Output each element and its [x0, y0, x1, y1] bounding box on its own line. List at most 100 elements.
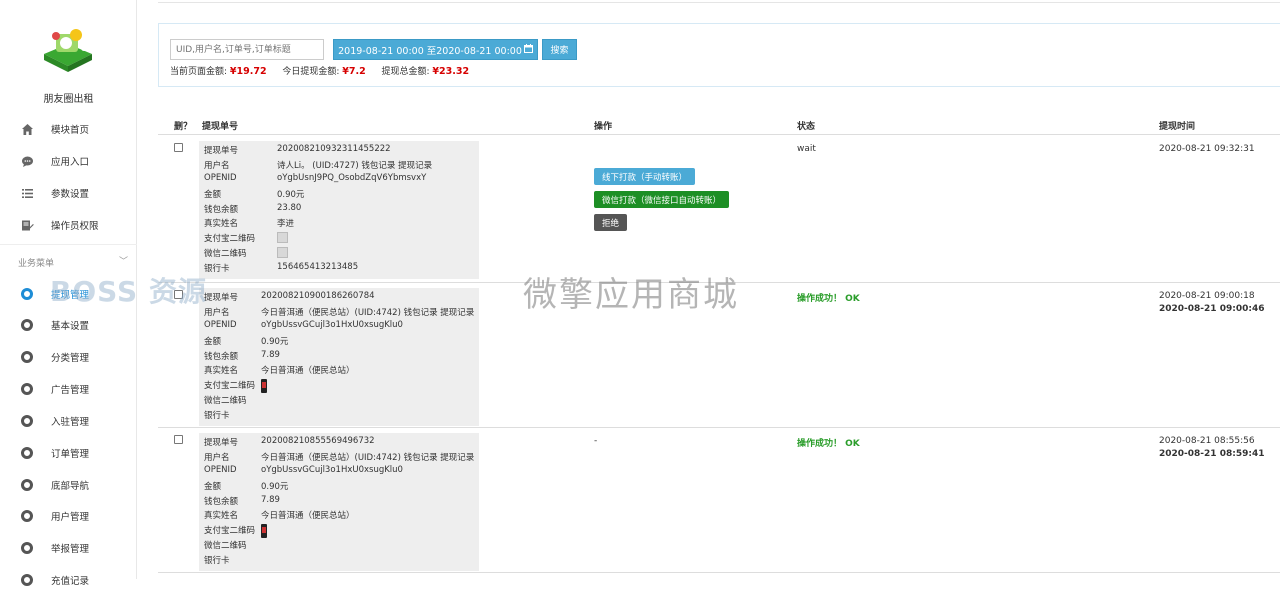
field-label: OPENID — [204, 465, 237, 476]
gear-icon — [20, 382, 34, 396]
username[interactable]: 今日普洱通（便民总站）(UID:4742) 钱包记录 提现记录 — [261, 451, 474, 463]
sidebar-item-categories[interactable]: 分类管理 — [0, 342, 137, 372]
col-time: 提现时间 — [1159, 122, 1196, 132]
list-icon — [20, 186, 34, 200]
gear-icon — [20, 414, 34, 428]
sidebar-divider — [0, 244, 137, 245]
date-range-text: 2019-08-21 00:00 至2020-08-21 00:00 — [338, 45, 522, 57]
field-label: 微信二维码 — [204, 395, 247, 406]
sidebar-item-basic-settings[interactable]: 基本设置 — [0, 310, 137, 340]
real-name: 今日普洱通（便民总站） — [261, 366, 355, 377]
sidebar-item-users[interactable]: 用户管理 — [0, 501, 137, 531]
field-label: 提现单号 — [204, 438, 239, 448]
field-label: 真实姓名 — [204, 511, 239, 522]
sidebar-item-orders[interactable]: 订单管理 — [0, 438, 137, 468]
total-amount-label: 提现总金额: — [381, 67, 430, 77]
field-label: 银行卡 — [204, 555, 230, 566]
table-row: 提现单号 202008210855569496732 用户名 今日普洱通（便民总站）… — [158, 428, 1280, 573]
username[interactable]: 今日普洱通（便民总站）(UID:4742) 钱包记录 提现记录 — [261, 306, 474, 318]
sidebar-item-label: 用户管理 — [51, 512, 90, 523]
home-icon — [20, 122, 34, 136]
wallet-balance: 7.89 — [261, 494, 280, 505]
field-label: OPENID — [204, 173, 237, 184]
field-label: 提现单号 — [204, 146, 239, 156]
real-name: 李进 — [277, 219, 295, 230]
sidebar-item-operator-permission[interactable]: 操作员权限 — [0, 210, 137, 240]
order-no: 202008210932311455222 — [277, 144, 391, 154]
alipay-qr-image[interactable] — [277, 232, 288, 244]
apply-time: 2020-08-21 08:55:56 — [1159, 436, 1255, 446]
sidebar-item-label: 应用入口 — [51, 157, 90, 168]
order-no: 202008210855569496732 — [261, 436, 375, 446]
sidebar-item-recharge[interactable]: 充值记录 — [0, 565, 137, 595]
sidebar-item-label: 底部导航 — [51, 481, 90, 492]
watermark-center: 微擎应用商城 — [523, 275, 739, 315]
sidebar-item-reports[interactable]: 举报管理 — [0, 533, 137, 563]
field-label: 支付宝二维码 — [204, 526, 256, 537]
table-row: 提现单号 202008210932311455222 用户名 诗人Li。 (UID:… — [158, 136, 1280, 283]
sidebar-item-label: 入驻管理 — [51, 417, 90, 428]
field-label: 用户名 — [204, 452, 230, 463]
wallet-balance: 7.89 — [261, 349, 280, 360]
field-label: 钱包余额 — [204, 496, 239, 507]
field-label: 银行卡 — [204, 410, 230, 421]
sidebar-item-params[interactable]: 参数设置 — [0, 178, 137, 208]
sidebar-item-bottom-nav[interactable]: 底部导航 — [0, 470, 137, 500]
search-button[interactable]: 搜索 — [542, 39, 577, 60]
sidebar-section-label: 业务菜单 — [18, 259, 55, 269]
sidebar-item-module-home[interactable]: 模块首页 — [0, 114, 137, 144]
field-label: 用户名 — [204, 160, 230, 171]
action-placeholder: - — [594, 436, 598, 446]
field-label: 金额 — [204, 482, 222, 493]
field-label: 提现单号 — [204, 293, 239, 303]
amount: 0.90元 — [261, 482, 289, 493]
row-checkbox[interactable] — [174, 435, 183, 444]
search-input[interactable] — [170, 39, 324, 60]
sidebar-item-label: 订单管理 — [51, 449, 90, 460]
withdraw-details: 提现单号 202008210855569496732 用户名 今日普洱通（便民总站）… — [199, 433, 479, 572]
gear-icon — [20, 478, 34, 492]
apply-time: 2020-08-21 09:00:18 — [1159, 291, 1255, 301]
alipay-qr-image[interactable] — [261, 524, 267, 539]
sidebar-item-label: 分类管理 — [51, 353, 90, 364]
field-label: 支付宝二维码 — [204, 381, 256, 392]
chevron-down-icon[interactable]: ﹀ — [119, 254, 128, 267]
chat-icon — [20, 154, 34, 168]
bank-card: 156465413213485 — [277, 261, 359, 272]
wechat-pay-button[interactable]: 微信打款（微信接口自动转账） — [594, 191, 730, 208]
sidebar-item-label: 参数设置 — [51, 189, 90, 200]
row-checkbox[interactable] — [174, 143, 183, 152]
alipay-qr-image[interactable] — [261, 379, 267, 394]
complete-time: 2020-08-21 09:00:46 — [1159, 304, 1265, 314]
sidebar-item-app-entry[interactable]: 应用入口 — [0, 146, 137, 176]
app-brand-name: 朋友圈出租 — [43, 94, 94, 105]
complete-time: 2020-08-21 08:59:41 — [1159, 449, 1265, 459]
field-label: 金额 — [204, 190, 222, 201]
gear-icon — [20, 287, 34, 301]
sidebar-item-label: 广告管理 — [51, 385, 90, 396]
withdraw-details: 提现单号 202008210932311455222 用户名 诗人Li。 (UID:… — [199, 141, 479, 280]
sidebar-item-label: 举报管理 — [51, 544, 90, 555]
amount-summary: 当前页面金额: ¥19.72 今日提现金额: ¥7.2 提现总金额: ¥23.3… — [170, 64, 469, 77]
sidebar-item-ads[interactable]: 广告管理 — [0, 374, 137, 404]
status-text: wait — [797, 144, 816, 154]
withdraw-details: 提现单号 202008210900186260784 用户名 今日普洱通（便民总站）… — [199, 288, 479, 427]
wechat-qr-image[interactable] — [277, 246, 288, 258]
openid: oYgbUssvGCujl3o1HxU0xsugKlu0 — [261, 465, 403, 476]
watermark-left: BOSS 资源 — [50, 275, 207, 308]
today-amount-value: ¥7.2 — [342, 66, 366, 77]
field-label: 真实姓名 — [204, 219, 239, 230]
today-amount-label: 今日提现金额: — [282, 67, 340, 77]
gear-icon — [20, 541, 34, 555]
apply-time: 2020-08-21 09:32:31 — [1159, 144, 1255, 154]
date-range-picker[interactable]: 2019-08-21 00:00 至2020-08-21 00:00 — [333, 39, 538, 60]
page-amount-label: 当前页面金额: — [170, 67, 228, 77]
sidebar-item-label: 模块首页 — [51, 125, 90, 136]
table-header: 删？ 提现单号 操作 状态 提现时间 — [158, 113, 1280, 135]
username[interactable]: 诗人Li。 (UID:4727) 钱包记录 提现记录 — [277, 159, 432, 171]
sidebar-item-onboarding[interactable]: 入驻管理 — [0, 406, 137, 436]
filter-panel: 2019-08-21 00:00 至2020-08-21 00:00 搜索 当前… — [158, 23, 1280, 87]
status-text: 操作成功！ OK — [797, 294, 860, 304]
offline-pay-button[interactable]: 线下打款（手动转账） — [594, 168, 696, 185]
reject-button[interactable]: 拒绝 — [594, 214, 628, 231]
